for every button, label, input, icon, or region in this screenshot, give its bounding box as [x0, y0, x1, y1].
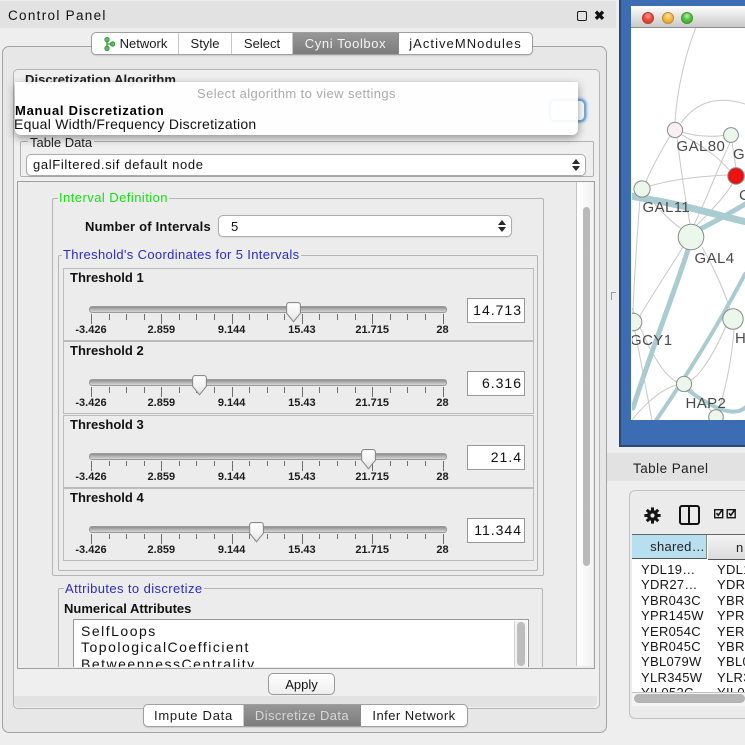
svg-text:GAL11: GAL11 [643, 199, 691, 216]
svg-text:GAL4: GAL4 [695, 250, 735, 267]
svg-text:HAP2: HAP2 [686, 395, 727, 412]
svg-text:GAL80: GAL80 [677, 138, 726, 155]
svg-text:G: G [733, 146, 745, 163]
svg-text:C: C [739, 187, 745, 204]
svg-text:GCY1: GCY1 [632, 332, 672, 349]
svg-text:H: H [735, 330, 745, 347]
